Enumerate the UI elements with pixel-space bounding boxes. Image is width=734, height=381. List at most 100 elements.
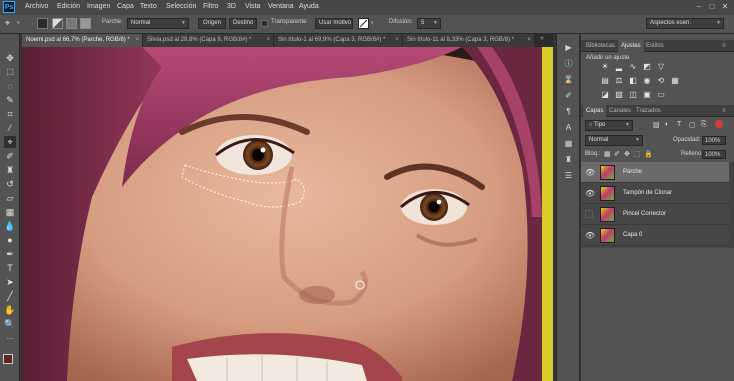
type-tool-icon[interactable]: T	[4, 262, 16, 274]
visibility-eye-icon[interactable]: 👁	[585, 189, 595, 198]
workspace-select[interactable]: Aspectos esen. ▼	[646, 18, 724, 29]
visibility-eye-icon[interactable]: 👁	[585, 231, 595, 240]
visibility-off-icon[interactable]	[585, 210, 593, 218]
pen-tool-icon[interactable]: ✒	[4, 248, 16, 260]
eyedropper-tool-icon[interactable]: ⁄	[4, 122, 16, 134]
paragraph-icon[interactable]: ¶	[563, 106, 574, 117]
play-icon[interactable]: ▶	[563, 42, 574, 53]
black-white-icon[interactable]: ◧	[628, 76, 638, 86]
pattern-dropdown-icon[interactable]: ▾	[371, 18, 382, 29]
filter-smart-icon[interactable]: ⎘	[701, 121, 707, 129]
new-selection-icon[interactable]	[37, 18, 48, 29]
add-selection-icon[interactable]	[52, 18, 63, 29]
menu-ayuda[interactable]: Ayuda	[299, 3, 319, 10]
lock-position-icon[interactable]: ✥	[624, 150, 630, 158]
brush-tool-icon[interactable]: ✐	[4, 150, 16, 162]
destination-button[interactable]: Destino	[229, 18, 257, 29]
pattern-swatch[interactable]	[358, 18, 369, 29]
source-button[interactable]: Origen	[198, 18, 226, 29]
close-icon[interactable]: ×	[135, 34, 139, 47]
menu-vista[interactable]: Vista	[245, 3, 260, 10]
blur-tool-icon[interactable]: 💧	[4, 220, 16, 232]
tab-trazados[interactable]: Trazados	[633, 105, 664, 117]
history-brush-tool-icon[interactable]: ↺	[4, 178, 16, 190]
filter-shape-icon[interactable]: ▢	[689, 121, 696, 129]
marquee-tool-icon[interactable]: ⬚	[4, 66, 16, 78]
use-pattern-button[interactable]: Usar motivo	[315, 18, 353, 29]
selective-color-icon[interactable]: ▣	[642, 90, 652, 100]
menu-texto[interactable]: Texto	[140, 3, 157, 10]
brightness-contrast-icon[interactable]: ☀	[600, 62, 610, 72]
lasso-tool-icon[interactable]: ◌	[4, 80, 16, 92]
layers-scrollbar[interactable]	[729, 162, 734, 248]
visibility-eye-icon[interactable]: 👁	[585, 168, 595, 177]
close-icon[interactable]: ×	[266, 34, 270, 47]
preset-dropdown-icon[interactable]: ▾	[17, 18, 28, 29]
doc-tab-sin-titulo-1[interactable]: Sin título-1 al 69,9% (Capa 3, RGB/8#) *…	[274, 34, 403, 47]
layer-row-capa-0[interactable]: 👁 Capa 0	[581, 225, 734, 246]
doc-tab-sin-titulo-11[interactable]: Sin título-11 al 8,33% (Capa 3, RGB/8) *…	[403, 34, 535, 47]
transparent-checkbox[interactable]	[261, 20, 268, 27]
menu-archivo[interactable]: Archivo	[25, 3, 48, 10]
photo-filter-icon[interactable]: ◉	[642, 76, 652, 86]
character-icon[interactable]: A	[563, 122, 574, 133]
dodge-tool-icon[interactable]: ●	[4, 234, 16, 246]
doc-tab-noemi[interactable]: Noemi.psd al 66,7% (Parche, RGB/8) * ×	[22, 34, 143, 47]
color-lookup-icon[interactable]: ▦	[670, 76, 680, 86]
swatches-icon[interactable]: ▦	[563, 138, 574, 149]
layer-row-tampon-de-clonar[interactable]: 👁 Tampón de Clonar	[581, 183, 734, 204]
hue-saturation-icon[interactable]: ▤	[600, 76, 610, 86]
clone-stamp-tool-icon[interactable]: ♜	[4, 164, 16, 176]
vibrance-icon[interactable]: ▽	[656, 62, 666, 72]
clone-source-icon[interactable]: ♜	[563, 154, 574, 165]
eraser-tool-icon[interactable]: ▱	[4, 192, 16, 204]
exposure-icon[interactable]: ◩	[642, 62, 652, 72]
patch-mode-select[interactable]: Normal ▼	[127, 18, 189, 29]
brush-settings-icon[interactable]: ✐	[563, 90, 574, 101]
tab-canales[interactable]: Canales	[606, 105, 634, 117]
tab-ajustes[interactable]: Ajustes	[618, 40, 644, 52]
lock-transparency-icon[interactable]: ▦	[604, 150, 611, 158]
channel-mixer-icon[interactable]: ⟲	[656, 76, 666, 86]
close-icon[interactable]: ×	[527, 34, 531, 47]
minimize-icon[interactable]: –	[694, 2, 704, 12]
lock-all-icon[interactable]: 🔒	[644, 150, 653, 158]
menu-filtro[interactable]: Filtro	[203, 3, 219, 10]
lock-artboard-icon[interactable]: ⬚	[634, 150, 641, 158]
menu-3d[interactable]: 3D	[227, 3, 236, 10]
layer-row-pincel-corrector[interactable]: Pincel Corrector	[581, 204, 734, 225]
menu-edicion[interactable]: Edición	[57, 3, 80, 10]
history-icon[interactable]: ⌛	[563, 74, 574, 85]
subtract-selection-icon[interactable]	[66, 18, 77, 29]
line-tool-icon[interactable]: ╱	[4, 290, 16, 302]
crop-tool-icon[interactable]: ⌗	[4, 108, 16, 120]
diffusion-select[interactable]: 5 ▼	[417, 18, 441, 29]
intersect-selection-icon[interactable]	[80, 18, 91, 29]
tab-capas[interactable]: Capas	[583, 105, 607, 117]
panel-menu-icon[interactable]: ≡	[719, 105, 729, 117]
tab-estilos[interactable]: Estilos	[643, 40, 667, 52]
patch-tool-icon[interactable]: ⌖	[4, 136, 16, 148]
foreground-color-swatch[interactable]	[3, 354, 13, 364]
document-canvas[interactable]	[22, 47, 553, 381]
hand-tool-icon[interactable]: ✋	[4, 304, 16, 316]
info-icon[interactable]: ⓘ	[563, 58, 574, 69]
filter-type-icon[interactable]: T	[677, 121, 681, 128]
levels-icon[interactable]: ▂	[614, 62, 624, 72]
menu-imagen[interactable]: Imagen	[87, 3, 110, 10]
layer-row-parche[interactable]: 👁 Parche	[581, 162, 734, 183]
blend-mode-select[interactable]: Normal ▼	[585, 135, 643, 146]
curves-icon[interactable]: ∿	[628, 62, 638, 72]
layer-filter-select[interactable]: ⌕ Tipo ▼	[585, 120, 633, 131]
filter-toggle-icon[interactable]	[715, 120, 723, 128]
path-selection-tool-icon[interactable]: ➤	[4, 276, 16, 288]
close-icon[interactable]: ×	[395, 34, 399, 47]
menu-seleccion[interactable]: Selección	[166, 3, 196, 10]
more-tools-icon[interactable]: …	[4, 332, 16, 344]
move-tool-icon[interactable]: ✥	[4, 52, 16, 64]
filter-adjustment-icon[interactable]: ◐	[665, 121, 669, 128]
menu-ventana[interactable]: Ventana	[268, 3, 294, 10]
tab-bibliotecas[interactable]: Bibliotecas	[583, 40, 618, 52]
gradient-map-icon[interactable]: ▭	[656, 90, 666, 100]
zoom-tool-icon[interactable]: 🔍	[4, 318, 16, 330]
